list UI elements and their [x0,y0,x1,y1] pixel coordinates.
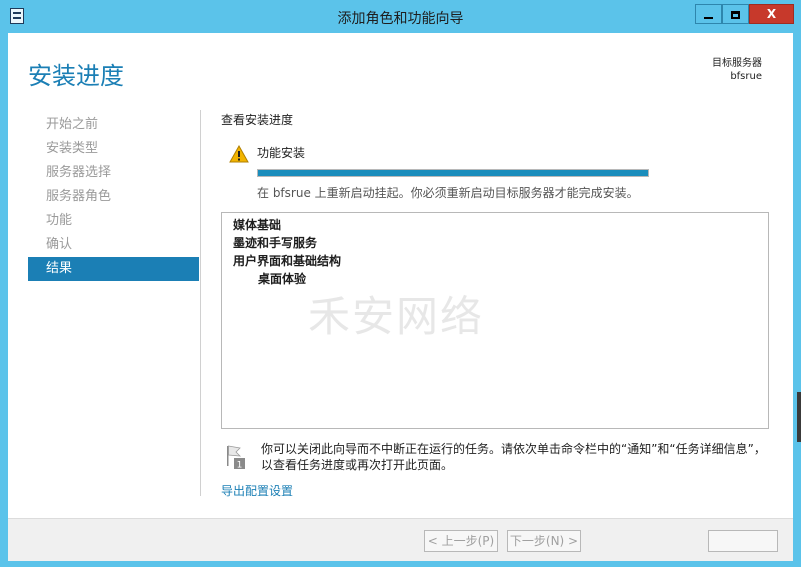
notification-flag-icon: 1 [227,445,245,471]
wizard-footer: < 上一步(P) 下一步(N) > [8,518,793,561]
progress-fill [258,170,648,176]
info-note: 你可以关闭此向导而不中断正在运行的任务。请依次单击命令栏中的“通知”和“任务详细… [261,442,766,472]
window-title: 添加角色和功能向导 [337,11,464,27]
warning-icon [229,145,249,163]
install-button[interactable] [708,530,778,552]
window-border [793,33,801,567]
result-item: 桌面体验 [258,272,307,286]
previous-button[interactable]: < 上一步(P) [424,530,498,552]
nav-divider [200,110,201,496]
section-title: 查看安装进度 [221,113,294,127]
nav-item-installation-type: 安装类型 [46,141,99,156]
notification-badge: 1 [237,461,243,471]
nav-item-confirmation: 确认 [46,237,73,252]
status-label: 功能安装 [257,146,306,160]
nav-item-features: 功能 [46,213,73,228]
export-config-link[interactable]: 导出配置设置 [221,482,293,499]
close-button[interactable]: X [749,4,794,24]
nav-item-results[interactable]: 结果 [28,257,199,281]
wizard-body: 安装进度 目标服务器 bfsrue 开始之前 安装类型 服务器选择 服务器角色 … [8,33,793,518]
results-list: 媒体基础墨迹和手写服务用户界面和基础结构桌面体验 [221,212,769,429]
minimize-icon [704,16,713,19]
result-item: 媒体基础 [233,218,282,232]
progress-bar [257,169,649,177]
nav-item-server-selection: 服务器选择 [46,165,112,180]
minimize-button[interactable] [695,4,722,24]
wizard-nav: 开始之前 安装类型 服务器选择 服务器角色 功能 确认 结果 [28,113,199,281]
title-bar: 添加角色和功能向导 X [0,0,801,33]
target-server-name: bfsrue [730,71,762,82]
target-server-info: 目标服务器 bfsrue [712,57,762,83]
edge-mark [797,392,801,442]
next-button[interactable]: 下一步(N) > [507,530,581,552]
maximize-icon [731,10,740,19]
result-item: 墨迹和手写服务 [233,236,318,250]
nav-item-before-you-begin: 开始之前 [46,117,99,132]
result-item: 用户界面和基础结构 [233,254,342,268]
maximize-button[interactable] [722,4,749,24]
target-server-label: 目标服务器 [712,58,762,69]
page-title: 安装进度 [28,62,124,90]
nav-item-server-roles: 服务器角色 [46,189,112,204]
status-message: 在 bfsrue 上重新启动挂起。你必须重新启动目标服务器才能完成安装。 [257,186,639,200]
